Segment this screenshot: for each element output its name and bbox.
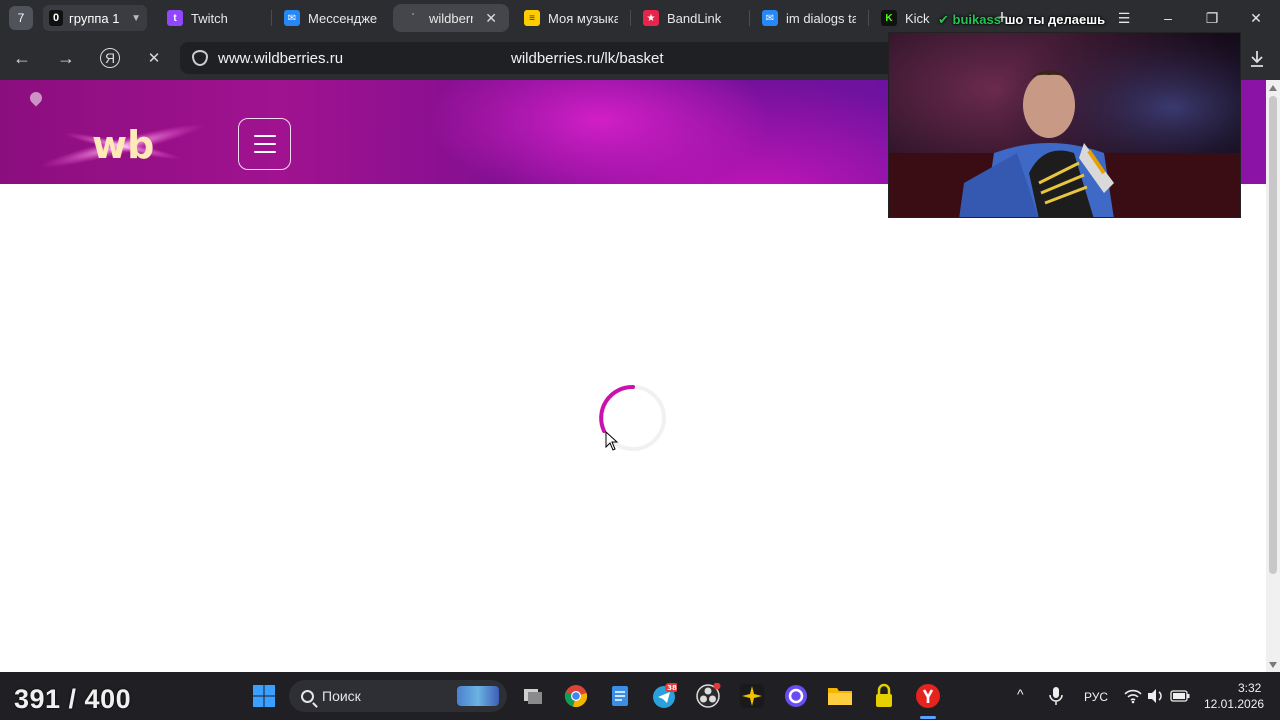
clock-date[interactable]: 12.01.2026 (1204, 697, 1264, 711)
tray-overflow-chevron-icon[interactable]: ^ (1017, 686, 1024, 702)
tab-messenger[interactable]: ✉ Мессендже (272, 0, 390, 36)
windows-start-icon[interactable] (251, 683, 277, 709)
stream-chat-message: ✔ buikass шо ты делаешь (938, 12, 1105, 28)
menu-line (253, 143, 276, 145)
tab-label: Kick (905, 10, 930, 26)
task-view-icon[interactable] (520, 683, 546, 709)
webcam-feed (889, 33, 1240, 217)
chrome-icon[interactable] (563, 683, 589, 709)
lock-app-icon[interactable] (871, 683, 897, 709)
app-sparkle-icon[interactable] (739, 683, 765, 709)
search-icon (301, 689, 314, 703)
check-icon: ✔ (938, 12, 949, 27)
tab-wildberries[interactable]: ˙ wildberrie ✕ (393, 4, 509, 32)
catalog-menu-button[interactable] (238, 118, 291, 170)
windows-taskbar: 391 / 400 Поиск 38 ^ РУС 3:32 12.01.2026 (0, 672, 1280, 720)
microphone-icon[interactable] (1043, 683, 1069, 709)
chat-message-text: шо ты делаешь (1004, 12, 1106, 27)
chevron-down-icon: ▼ (131, 12, 141, 24)
progress-counter: 391 / 400 (14, 684, 132, 714)
close-tab-icon[interactable]: ✕ (485, 10, 497, 27)
security-shield-icon[interactable] (192, 50, 208, 66)
logo-text: wb (92, 123, 154, 167)
twitch-icon: t (167, 10, 183, 26)
messenger-icon: ✉ (284, 10, 300, 26)
tab-count-button[interactable]: 7 (9, 6, 33, 30)
scroll-down-icon[interactable] (1269, 662, 1277, 668)
group-badge: 0 (49, 10, 63, 26)
group-label: группа 1 (69, 10, 120, 26)
scroll-up-icon[interactable] (1269, 85, 1277, 91)
file-explorer-icon[interactable] (827, 683, 853, 709)
location-pin-icon[interactable] (27, 89, 45, 107)
close-window-button[interactable]: ✕ (1234, 0, 1278, 36)
notepad-icon[interactable] (607, 683, 633, 709)
language-indicator[interactable]: РУС (1084, 690, 1108, 704)
menu-line (253, 135, 276, 137)
webcam-overlay (888, 32, 1241, 218)
wildberries-logo[interactable]: wb (30, 110, 210, 180)
yandex-button[interactable]: Я (88, 36, 132, 80)
tab-bandlink[interactable]: ★ BandLink (631, 0, 749, 36)
stop-loading-button[interactable]: ✕ (132, 36, 176, 80)
app-circle-icon[interactable] (783, 683, 809, 709)
tab-label: wildberrie (429, 10, 474, 26)
mouse-cursor-icon (605, 431, 619, 451)
search-placeholder: Поиск (322, 688, 361, 704)
tab-label: BandLink (667, 10, 722, 26)
tab-label: Мессендже (308, 10, 378, 26)
forward-button[interactable]: → (44, 36, 88, 80)
volume-icon[interactable] (1142, 683, 1168, 709)
page-scrollbar[interactable] (1266, 80, 1280, 672)
tab-music[interactable]: ≡ Моя музыка (512, 0, 630, 36)
svg-text:38: 38 (667, 684, 677, 692)
scrollbar-thumb[interactable] (1269, 96, 1277, 574)
browser-menu-button[interactable]: ☰ (1102, 0, 1146, 36)
obs-icon[interactable] (695, 683, 721, 709)
telegram-icon[interactable]: 38 (651, 683, 677, 709)
address-host: www.wildberries.ru (218, 49, 344, 67)
tab-label: Моя музыка (548, 10, 618, 26)
taskbar-search[interactable]: Поиск (289, 680, 507, 712)
back-button[interactable]: ← (0, 36, 44, 80)
downloads-icon[interactable] (1244, 46, 1270, 72)
messenger-icon: ✉ (762, 10, 778, 26)
search-highlight-image (457, 686, 499, 706)
restore-button[interactable]: ❐ (1190, 0, 1234, 36)
address-path: wildberries.ru/lk/basket (511, 49, 664, 67)
battery-icon[interactable] (1167, 683, 1193, 709)
menu-line (253, 151, 276, 153)
yandex-icon: Я (100, 48, 120, 68)
tab-label: Twitch (191, 10, 228, 26)
bandlink-icon: ★ (643, 10, 659, 26)
tab-im-dialogs[interactable]: ✉ im dialogs ta (750, 0, 868, 36)
chat-username: buikass (952, 12, 1001, 27)
loading-icon: ˙ (411, 12, 415, 24)
tab-group-chip[interactable]: 0 группа 1 ▼ (43, 5, 147, 31)
active-app-indicator (920, 716, 936, 719)
yandex-browser-icon[interactable] (915, 683, 941, 709)
tab-twitch[interactable]: t Twitch (155, 0, 271, 36)
kick-icon: K (881, 10, 897, 26)
tab-label: im dialogs ta (786, 10, 856, 26)
clock-time[interactable]: 3:32 (1238, 681, 1261, 695)
minimize-button[interactable]: – (1146, 0, 1190, 36)
music-icon: ≡ (524, 10, 540, 26)
